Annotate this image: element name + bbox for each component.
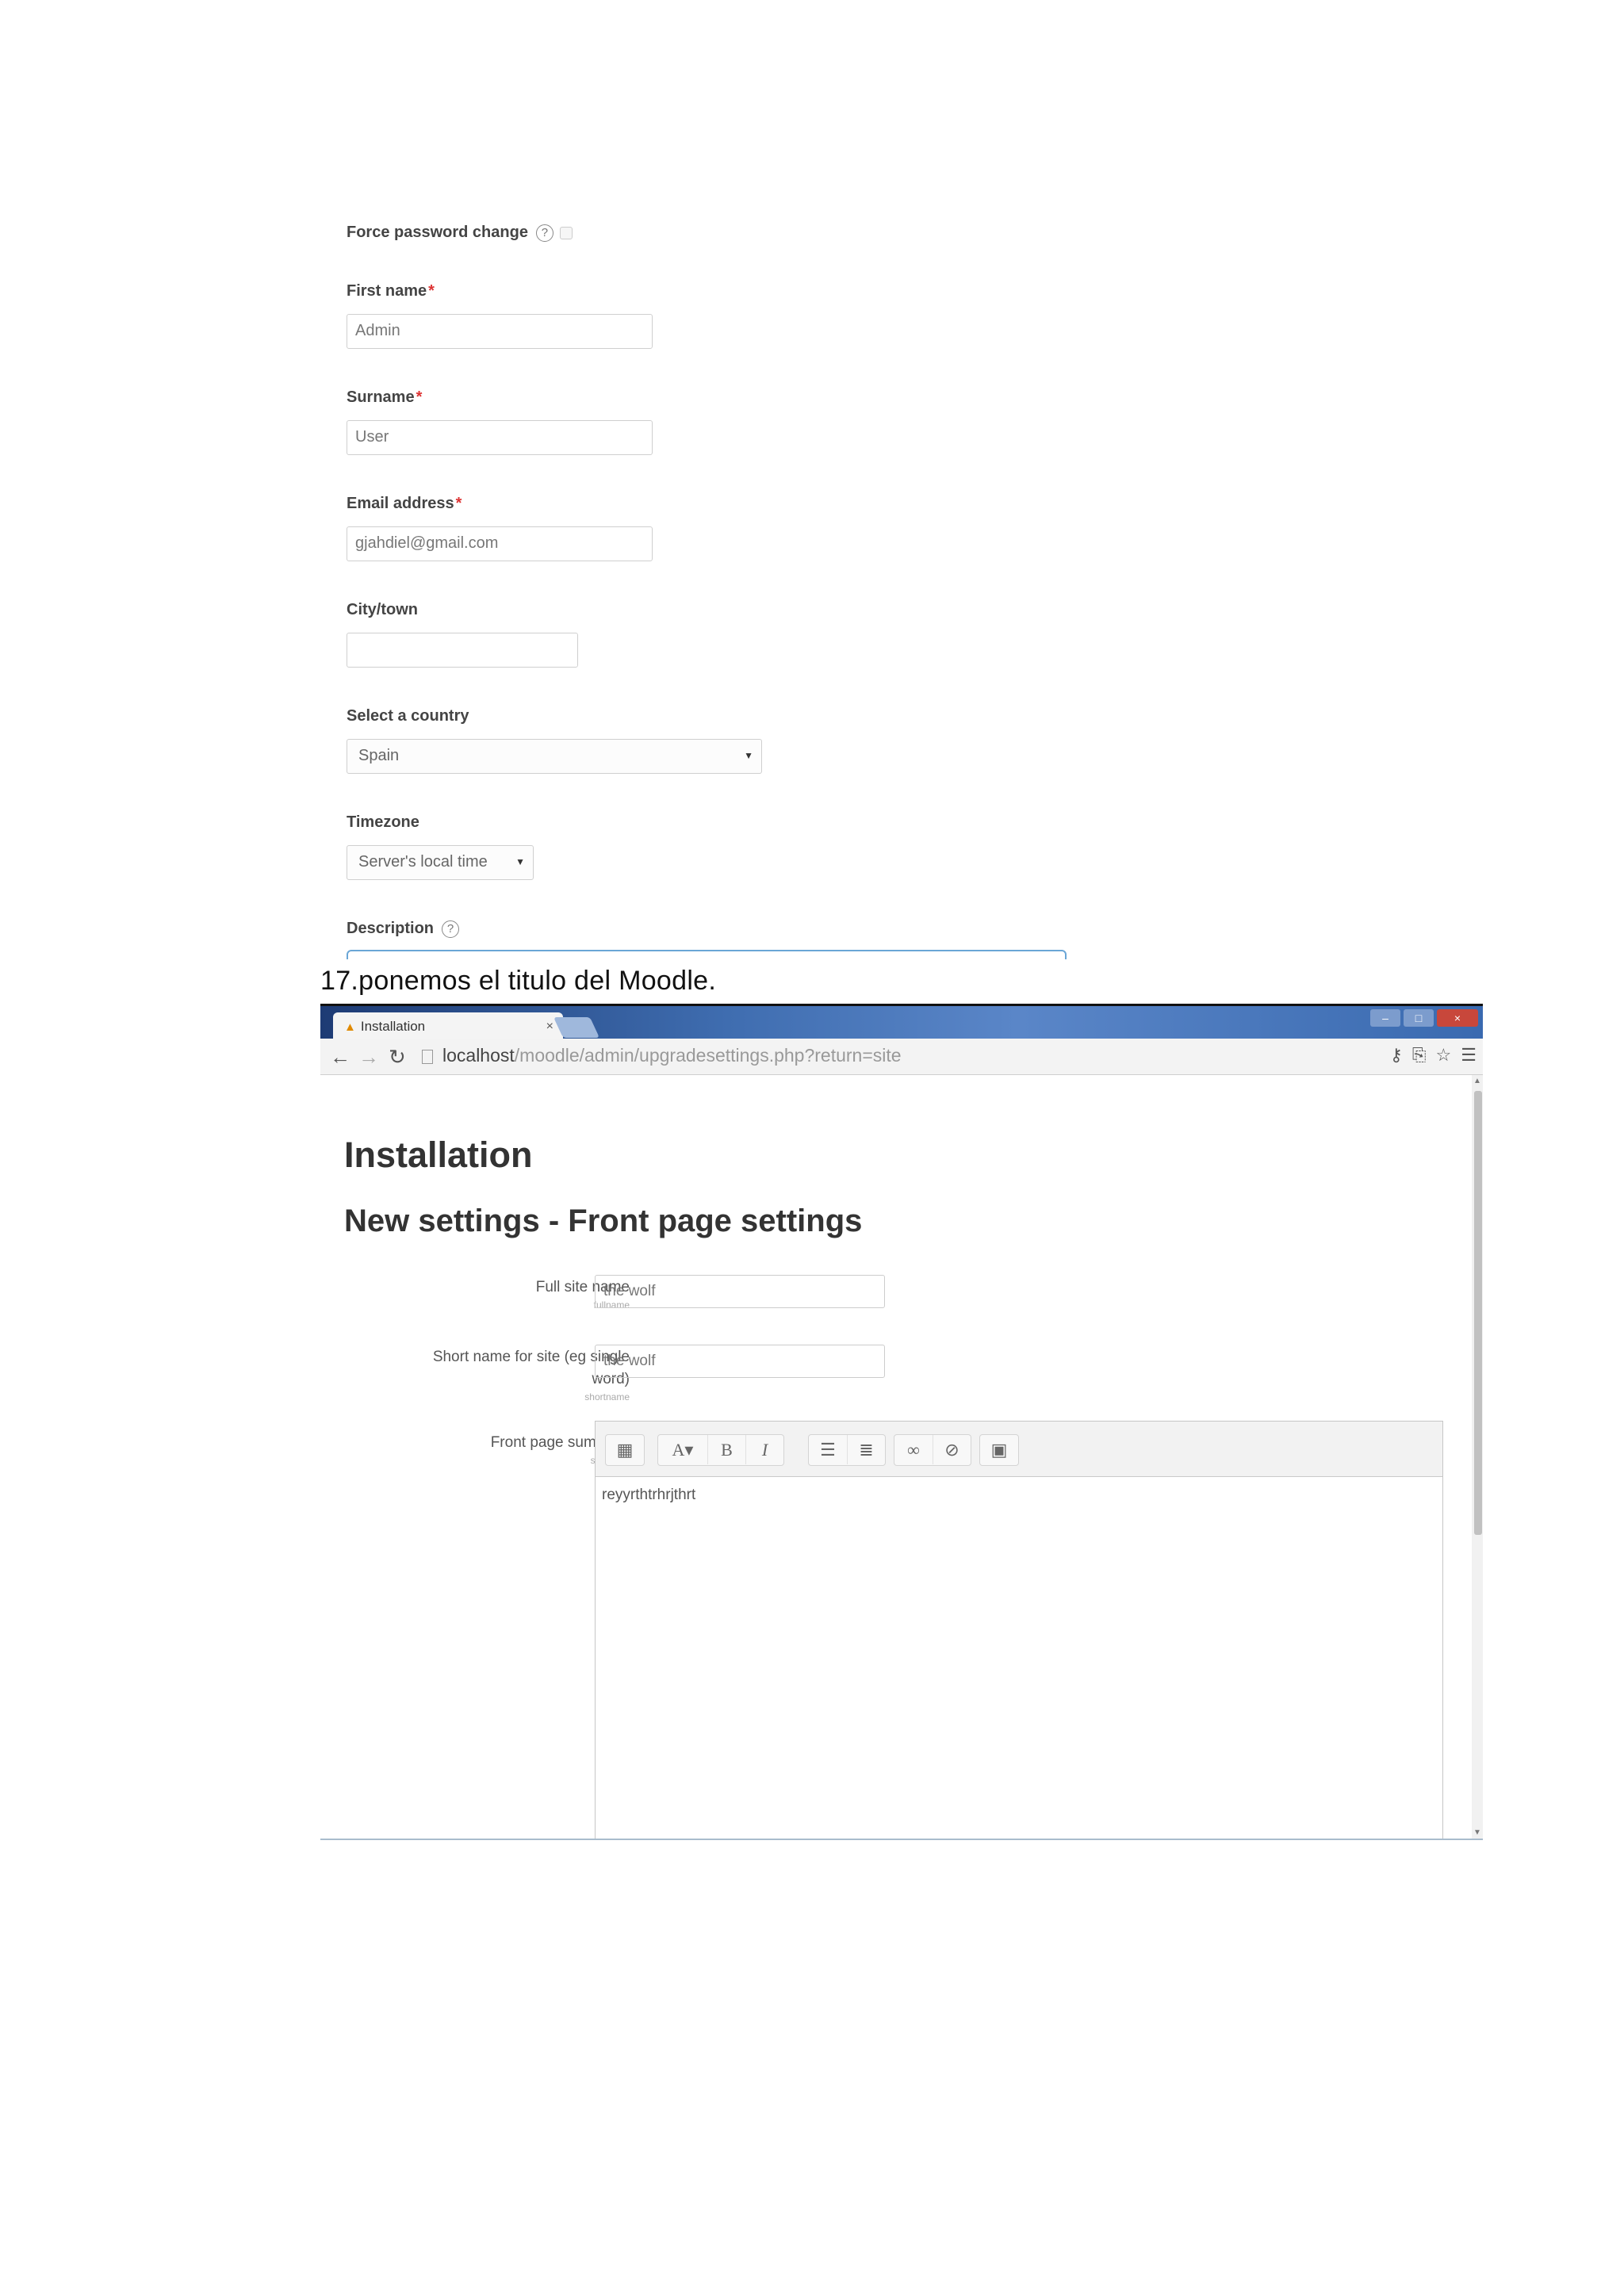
caret-down-icon: ▼ (744, 750, 753, 761)
page-scrollbar[interactable]: ▲ ▼ (1472, 1075, 1483, 1839)
fullname-label: Full site name fullname (392, 1276, 630, 1311)
scroll-up-icon[interactable]: ▲ (1473, 1077, 1481, 1085)
description-label: Description? (347, 920, 460, 938)
show-more-icon[interactable]: ▦ (606, 1435, 644, 1464)
moodle-favicon-icon: ▲ (344, 1020, 356, 1034)
toolbar-group-style: A▾ B I (657, 1434, 784, 1466)
email-label: Email address * (347, 495, 462, 512)
close-window-button[interactable]: × (1437, 1009, 1478, 1027)
reload-icon[interactable]: ↻ (389, 1045, 406, 1070)
country-label: Select a country (347, 707, 469, 725)
shortname-setting-id: shortname (584, 1391, 630, 1402)
toolbar-actions: ⚷ ⎘ ☆ ☰ (1390, 1045, 1477, 1066)
link-icon[interactable]: ∞ (894, 1435, 933, 1464)
browser-toolbar: ← → ↻ localhost/moodle/admin/upgradesett… (320, 1039, 1483, 1075)
email-input[interactable]: gjahdiel@gmail.com (347, 526, 653, 561)
summary-label: Front page summary summary (392, 1432, 630, 1467)
required-marker: * (455, 495, 462, 512)
required-marker: * (416, 388, 423, 406)
city-input[interactable] (347, 633, 578, 668)
italic-icon[interactable]: I (745, 1435, 783, 1464)
shortname-input[interactable]: the wolf (595, 1345, 885, 1378)
toolbar-group-links: ∞ ⊘ (894, 1434, 971, 1466)
first-name-label: First name * (347, 282, 435, 300)
force-password-checkbox[interactable] (559, 226, 573, 239)
image-icon[interactable]: ▣ (980, 1435, 1018, 1464)
scroll-thumb[interactable] (1474, 1091, 1482, 1535)
section-title: New settings - Front page settings (344, 1203, 863, 1238)
page-content: Installation New settings - Front page s… (320, 1075, 1478, 1839)
browser-window: ▲ Installation × – □ × ← → ↻ localhost/mo… (320, 1004, 1483, 1840)
profile-form-screenshot: Force password change? First name * Admin… (341, 214, 1071, 959)
page-icon (422, 1049, 433, 1064)
help-icon[interactable]: ? (535, 224, 553, 242)
forward-icon[interactable]: → (358, 1045, 379, 1070)
bold-icon[interactable]: B (707, 1435, 745, 1464)
step-caption: 17.ponemos el titulo del Moodle. (320, 966, 717, 996)
timezone-label: Timezone (347, 813, 419, 831)
toolbar-group-lists: ☰ ≣ (808, 1434, 886, 1466)
timezone-select[interactable]: Server's local time ▼ (347, 845, 534, 880)
toolbar-group-media: ▣ (979, 1434, 1019, 1466)
paragraph-style-icon[interactable]: A▾ (658, 1435, 707, 1464)
required-marker: * (428, 282, 435, 300)
bullet-list-icon[interactable]: ☰ (809, 1435, 847, 1464)
star-icon[interactable]: ☆ (1436, 1045, 1452, 1066)
back-icon[interactable]: ← (330, 1045, 350, 1070)
window-controls: – □ × (1370, 1009, 1478, 1027)
fullname-input[interactable]: the wolf (595, 1275, 885, 1308)
numbered-list-icon[interactable]: ≣ (847, 1435, 885, 1464)
scroll-down-icon[interactable]: ▼ (1473, 1828, 1481, 1837)
city-label: City/town (347, 601, 418, 618)
country-select[interactable]: Spain ▼ (347, 739, 762, 774)
caret-down-icon: ▼ (515, 856, 525, 867)
page-title: Installation (344, 1135, 533, 1175)
summary-setting-id: summary (392, 1454, 630, 1467)
help-icon[interactable]: ? (442, 920, 460, 938)
browser-titlebar: ▲ Installation × – □ × (320, 1004, 1483, 1041)
editor-toolbar: ▦ A▾ B I ☰ ≣ ∞ ⊘ ▣ (596, 1422, 1442, 1477)
unlink-icon[interactable]: ⊘ (933, 1435, 971, 1464)
fullname-setting-id: fullname (593, 1299, 630, 1311)
surname-input[interactable]: User (347, 420, 653, 455)
description-editor[interactable] (347, 950, 1067, 959)
first-name-input[interactable]: Admin (347, 314, 653, 349)
summary-editor: ▦ A▾ B I ☰ ≣ ∞ ⊘ ▣ reyyrthtrhrjthrt (595, 1421, 1443, 1839)
toolbar-group-more: ▦ (605, 1434, 645, 1466)
menu-icon[interactable]: ☰ (1461, 1045, 1477, 1066)
address-bar[interactable]: localhost/moodle/admin/upgradesettings.p… (422, 1045, 902, 1066)
browser-tab[interactable]: ▲ Installation × (333, 1012, 563, 1041)
editor-content[interactable]: reyyrthtrhrjthrt (596, 1477, 1442, 1513)
tab-close-icon[interactable]: × (546, 1012, 553, 1041)
surname-label: Surname * (347, 388, 423, 406)
key-icon[interactable]: ⚷ (1390, 1045, 1403, 1066)
force-password-label: Force password change? (347, 224, 573, 242)
maximize-button[interactable]: □ (1404, 1009, 1434, 1027)
translate-icon[interactable]: ⎘ (1412, 1045, 1427, 1066)
minimize-button[interactable]: – (1370, 1009, 1400, 1027)
